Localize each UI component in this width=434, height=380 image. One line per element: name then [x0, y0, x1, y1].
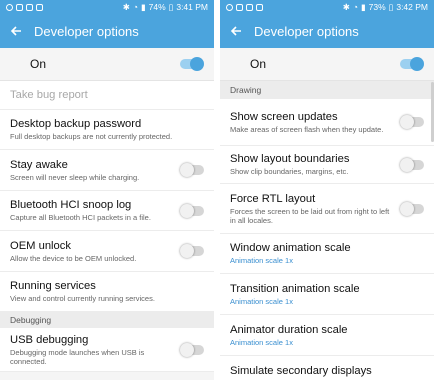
list-item-show-layout-boundaries[interactable]: Show layout boundaries Show clip boundar… — [220, 146, 434, 184]
section-header-debugging: Debugging — [0, 312, 214, 328]
item-title: Show layout boundaries — [230, 153, 350, 166]
list-item-usb-debugging[interactable]: USB debugging Debugging mode launches wh… — [0, 328, 214, 372]
app-bar: Developer options — [220, 14, 434, 48]
back-arrow-icon[interactable] — [8, 23, 24, 39]
item-title: Bluetooth HCI snoop log — [10, 199, 132, 212]
bluetooth-icon: ✱ — [122, 1, 130, 12]
clock: 3:41 PM — [176, 2, 208, 12]
notification-icon — [226, 3, 233, 11]
section-header-drawing: Drawing — [220, 81, 434, 99]
notification-icon — [6, 3, 13, 11]
list-item-desktop-backup-password[interactable]: Desktop backup password Full desktop bac… — [0, 110, 214, 150]
master-toggle[interactable] — [400, 57, 424, 71]
item-title: Animator duration scale — [230, 323, 348, 336]
battery-percent: 74% — [148, 2, 166, 12]
notification-icon — [36, 3, 43, 11]
signal-icon: ▮ — [360, 1, 366, 12]
list-item-simulate-secondary-displays[interactable]: Simulate secondary displays — [220, 356, 434, 380]
right-screenshot: ✱ ◔ ▮ 73% ▯ 3:42 PM Developer options On… — [220, 0, 434, 380]
show-screen-updates-toggle[interactable] — [400, 115, 424, 129]
app-bar: Developer options — [0, 14, 214, 48]
notification-icon — [16, 3, 23, 11]
notification-icons — [226, 3, 263, 11]
item-title: Running services — [10, 280, 96, 293]
clock: 3:42 PM — [396, 2, 428, 12]
item-subtitle: Show clip boundaries, margins, etc. — [230, 167, 349, 177]
item-title: Desktop backup password — [10, 118, 142, 131]
item-subtitle: Screen will never sleep while charging. — [10, 172, 140, 182]
battery-percent: 73% — [368, 2, 386, 12]
item-subtitle: Forces the screen to be laid out from ri… — [230, 206, 390, 226]
signal-icon: ▮ — [140, 1, 146, 12]
master-switch-label: On — [250, 57, 267, 71]
show-layout-boundaries-toggle[interactable] — [400, 157, 424, 172]
force-rtl-toggle[interactable] — [400, 201, 424, 216]
status-bar: ✱ ◔ ▮ 74% ▯ 3:41 PM — [0, 0, 214, 14]
item-title: Take bug report — [10, 89, 88, 101]
item-title: Transition animation scale — [230, 282, 360, 295]
item-title: Stay awake — [10, 158, 68, 171]
notification-icon — [256, 3, 263, 11]
item-subtitle: Full desktop backups are not currently p… — [10, 132, 173, 142]
wifi-icon: ◔ — [132, 2, 138, 12]
page-title: Developer options — [254, 23, 359, 39]
list-item-bluetooth-hci-snoop-log[interactable]: Bluetooth HCI snoop log Capture all Blue… — [0, 191, 214, 231]
item-title: Window animation scale — [230, 242, 351, 255]
list-item-animator-duration-scale[interactable]: Animator duration scale Animation scale … — [220, 315, 434, 356]
list-item-transition-animation-scale[interactable]: Transition animation scale Animation sca… — [220, 274, 434, 315]
item-subtitle: Debugging mode launches when USB is conn… — [10, 347, 145, 367]
item-title: Show screen updates — [230, 110, 338, 123]
notification-icon — [246, 3, 253, 11]
notification-icon — [26, 3, 33, 11]
status-bar: ✱ ◔ ▮ 73% ▯ 3:42 PM — [220, 0, 434, 14]
item-title: Simulate secondary displays — [230, 364, 372, 377]
master-switch-row[interactable]: On — [0, 48, 214, 81]
item-value: Animation scale 1x — [230, 296, 293, 306]
item-title: USB debugging — [10, 333, 89, 346]
page-title: Developer options — [34, 23, 139, 39]
notification-icon — [236, 3, 243, 11]
battery-icon: ▯ — [388, 1, 394, 12]
bluetooth-hci-toggle[interactable] — [180, 203, 204, 218]
battery-icon: ▯ — [168, 1, 174, 12]
back-arrow-icon[interactable] — [228, 23, 244, 39]
list-item-oem-unlock[interactable]: OEM unlock Allow the device to be OEM un… — [0, 231, 214, 272]
list-item-running-services[interactable]: Running services View and control curren… — [0, 272, 214, 312]
oem-unlock-toggle[interactable] — [180, 244, 204, 258]
master-toggle[interactable] — [180, 57, 204, 71]
item-title: Force RTL layout — [230, 192, 316, 205]
item-subtitle: Make areas of screen flash when they upd… — [230, 124, 384, 134]
item-title: OEM unlock — [10, 239, 71, 252]
master-switch-row[interactable]: On — [220, 48, 434, 81]
left-screenshot: ✱ ◔ ▮ 74% ▯ 3:41 PM Developer options On… — [0, 0, 214, 380]
list-item-show-screen-updates[interactable]: Show screen updates Make areas of screen… — [220, 99, 434, 146]
list-item-stay-awake[interactable]: Stay awake Screen will never sleep while… — [0, 150, 214, 191]
notification-icons — [6, 3, 43, 11]
list-item-take-bug-report[interactable]: Take bug report — [0, 81, 214, 110]
master-switch-label: On — [30, 57, 47, 71]
bluetooth-icon: ✱ — [342, 1, 350, 12]
item-subtitle: Capture all Bluetooth HCI packets in a f… — [10, 213, 151, 223]
wifi-icon: ◔ — [352, 2, 358, 12]
item-subtitle: View and control currently running servi… — [10, 294, 155, 304]
item-value: Animation scale 1x — [230, 256, 293, 266]
list-item-window-animation-scale[interactable]: Window animation scale Animation scale 1… — [220, 234, 434, 274]
item-subtitle: Allow the device to be OEM unlocked. — [10, 253, 137, 263]
stay-awake-toggle[interactable] — [180, 163, 204, 177]
list-item-force-rtl-layout[interactable]: Force RTL layout Forces the screen to be… — [220, 184, 434, 234]
usb-debugging-toggle[interactable] — [180, 342, 204, 357]
item-value: Animation scale 1x — [230, 337, 293, 347]
